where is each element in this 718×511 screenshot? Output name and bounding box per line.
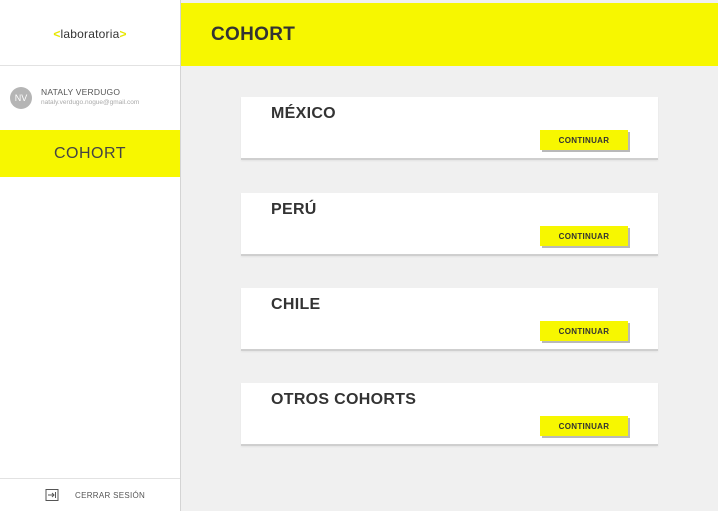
user-info: NATALY VERDUGO nataly.verdugo.nogue@gmai… xyxy=(41,87,139,106)
cohort-card-mexico: MÉXICO CONTINUAR xyxy=(241,97,658,160)
logo-left-bracket: < xyxy=(53,27,61,41)
continue-button-mexico[interactable]: CONTINUAR xyxy=(540,130,628,150)
logout-label: CERRAR SESIÓN xyxy=(75,490,146,500)
user-profile: NV NATALY VERDUGO nataly.verdugo.nogue@g… xyxy=(0,67,180,129)
page-title: COHORT xyxy=(211,23,296,45)
cohort-title: OTROS COHORTS xyxy=(271,391,417,408)
user-name: NATALY VERDUGO xyxy=(41,87,121,97)
cohort-title: MÉXICO xyxy=(271,105,336,122)
avatar: NV xyxy=(10,87,32,109)
logo-text: laboratoria xyxy=(60,27,120,41)
continue-button-chile[interactable]: CONTINUAR xyxy=(540,321,628,341)
sidebar: <laboratoria> NV NATALY VERDUGO nataly.v… xyxy=(0,0,181,511)
logout-button[interactable]: CERRAR SESIÓN xyxy=(0,478,180,511)
continue-button-peru[interactable]: CONTINUAR xyxy=(540,226,628,246)
cohort-title: CHILE xyxy=(271,296,321,313)
cohort-card-otros: OTROS COHORTS CONTINUAR xyxy=(241,383,658,446)
cohort-card-peru: PERÚ CONTINUAR xyxy=(241,193,658,256)
logo-area: <laboratoria> xyxy=(0,3,180,66)
logout-icon xyxy=(45,489,59,501)
page-header: COHORT xyxy=(181,3,718,66)
sidebar-item-label: COHORT xyxy=(53,144,127,162)
cohort-card-chile: CHILE CONTINUAR xyxy=(241,288,658,351)
logo-right-bracket: > xyxy=(119,27,127,41)
cohort-title: PERÚ xyxy=(271,201,317,218)
sidebar-item-cohort[interactable]: COHORT xyxy=(0,130,180,177)
user-email: nataly.verdugo.nogue@gmail.com xyxy=(41,99,140,106)
laboratoria-logo[interactable]: <laboratoria> xyxy=(53,27,126,41)
continue-button-otros[interactable]: CONTINUAR xyxy=(540,416,628,436)
